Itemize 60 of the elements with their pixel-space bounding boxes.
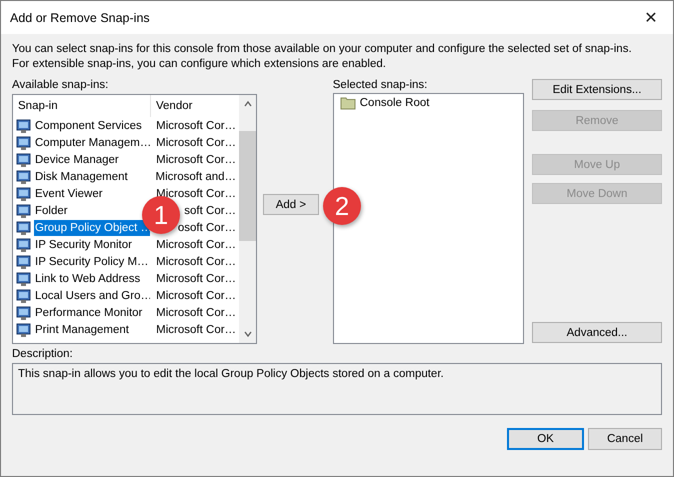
snap-in-name[interactable]: IP Security Monitor	[34, 236, 133, 252]
snap-in-name[interactable]: IP Security Policy M…	[34, 254, 150, 270]
add-button[interactable]: Add >	[262, 194, 319, 215]
vendor-cell: Microsoft Cor…	[156, 256, 236, 268]
snap-in-name[interactable]: Group Policy Object …	[34, 220, 150, 236]
app-icon	[16, 168, 32, 184]
snap-in-name[interactable]: Folder	[34, 202, 69, 218]
app-icon	[16, 270, 32, 286]
app-icon	[16, 186, 32, 202]
list-label: Available snap-ins:	[12, 79, 110, 93]
side-button[interactable]: Edit Extensions...	[532, 79, 662, 100]
vendor-cell: Microsoft Cor…	[156, 290, 236, 302]
snap-in-name[interactable]: Print Management	[34, 322, 130, 338]
snap-in-name[interactable]: Disk Management	[34, 168, 129, 184]
snap-in-name[interactable]: Component Services	[34, 118, 143, 134]
step-badge: 2	[323, 187, 361, 225]
column-header[interactable]: Vendor	[151, 95, 192, 117]
vendor-cell: Microsoft Cor…	[156, 306, 236, 318]
column-header[interactable]: Snap-in	[13, 95, 151, 117]
snap-in-name[interactable]: Performance Monitor	[34, 304, 144, 320]
vendor-cell: Microsoft Cor…	[156, 272, 236, 284]
app-icon	[16, 288, 32, 304]
app-icon	[16, 322, 32, 338]
description-label: Description:	[12, 348, 74, 362]
scroll-up-icon[interactable]	[242, 99, 253, 109]
scrollbar[interactable]	[239, 95, 256, 343]
description-box: This snap-in allows you to edit the local Group Policy Objects stored on a computer.	[12, 363, 662, 415]
snap-in-name[interactable]: Event Viewer	[34, 186, 104, 202]
snap-in-list[interactable]	[12, 94, 258, 344]
vendor-cell: Microsoft Cor…	[156, 154, 236, 166]
vendor-cell: soft Cor…	[184, 204, 236, 216]
vendor-cell: Microsoft Cor…	[156, 136, 236, 148]
tree-item[interactable]: Console Root	[358, 97, 432, 109]
app-icon	[16, 254, 32, 270]
scroll-thumb[interactable]	[239, 131, 256, 241]
snap-in-name[interactable]: Local Users and Gro…	[34, 288, 150, 304]
app-icon	[16, 202, 32, 218]
app-icon	[16, 220, 32, 236]
dialog-button[interactable]: OK	[507, 428, 584, 450]
app-icon	[16, 118, 32, 134]
window-title: Add or Remove Snap-ins	[10, 10, 150, 24]
vendor-cell: Microsoft Cor…	[156, 238, 236, 250]
side-button[interactable]: Advanced...	[532, 322, 662, 343]
snap-in-name[interactable]: Computer Managem…	[34, 134, 150, 150]
close-button[interactable]: ✕	[629, 1, 673, 34]
app-icon	[16, 152, 32, 168]
vendor-cell: Microsoft Cor…	[156, 324, 236, 336]
intro-text: You can select snap-ins for this console from those available on your computer and configure the selected set of snap-ins. For extensible snap-ins, you can configure which extensions are enabled.	[12, 42, 633, 72]
vendor-cell: osoft Cor…	[178, 222, 236, 234]
dialog-button[interactable]: Cancel	[588, 428, 662, 450]
vendor-cell: Microsoft Cor…	[156, 120, 236, 132]
snap-in-name[interactable]: Link to Web Address	[34, 270, 142, 286]
app-icon	[16, 304, 32, 320]
app-icon	[16, 236, 32, 252]
app-icon	[16, 134, 32, 150]
folder-icon	[340, 95, 356, 111]
list-label: Selected snap-ins:	[332, 79, 428, 93]
scroll-down-icon[interactable]	[242, 329, 253, 339]
vendor-cell: Microsoft and…	[156, 170, 236, 182]
snap-in-name[interactable]: Device Manager	[34, 152, 120, 168]
